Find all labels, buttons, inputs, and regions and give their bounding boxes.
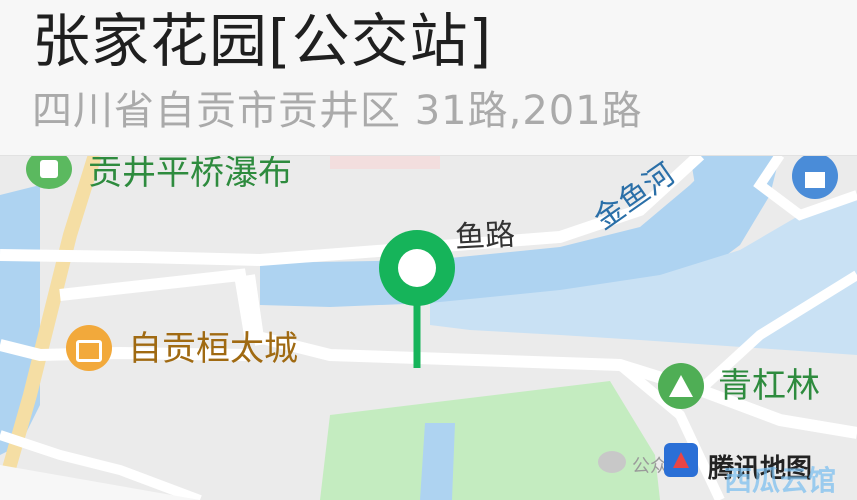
- tree-icon[interactable]: [658, 363, 704, 409]
- poi-label-pingqiao[interactable]: 贡井平桥瀑布: [88, 155, 292, 193]
- shopping-bag-icon[interactable]: [66, 325, 112, 371]
- home-icon[interactable]: [792, 155, 838, 199]
- place-address: 四川省自贡市贡井区 31路,201路: [32, 88, 643, 134]
- site-watermark: 西瓜云馆: [724, 464, 837, 497]
- road-label-yu: 鱼路: [454, 217, 516, 256]
- pond: [420, 423, 455, 500]
- tencent-map-logo-icon: [664, 443, 698, 477]
- urban-area: [330, 155, 440, 169]
- poi-label-huantai[interactable]: 自贡桓太城: [128, 329, 298, 369]
- map-view[interactable]: 贡井平桥瀑布 自贡桓太城 青杠林 鱼路 金鱼河 公众号 腾讯地图 西瓜云馆: [0, 155, 857, 500]
- poi-label-qinggang[interactable]: 青杠林: [718, 366, 820, 406]
- wechat-icon: [598, 451, 626, 473]
- place-title: 张家花园[公交站]: [32, 7, 493, 75]
- place-header: 张家花园[公交站] 四川省自贡市贡井区 31路,201路: [0, 0, 857, 156]
